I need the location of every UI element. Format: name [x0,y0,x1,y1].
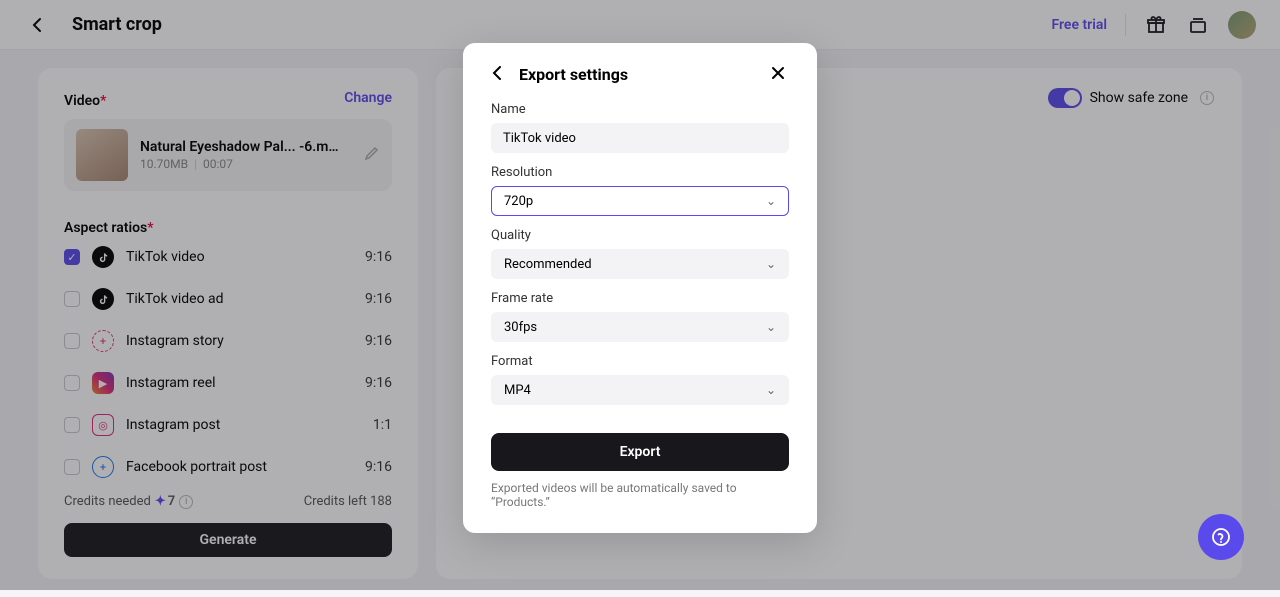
framerate-label: Frame rate [491,291,789,306]
name-input[interactable] [491,123,789,153]
resolution-select[interactable]: 720p⌄ [491,186,789,216]
format-select[interactable]: MP4⌄ [491,375,789,405]
help-icon [1211,527,1231,547]
name-label: Name [491,102,789,117]
modal-title: Export settings [519,65,628,84]
help-button[interactable] [1198,514,1244,560]
modal-back-button[interactable] [491,65,509,84]
chevron-down-icon: ⌄ [766,320,776,334]
modal-close-button[interactable] [771,65,789,84]
close-icon [771,66,785,80]
chevron-down-icon: ⌄ [766,194,776,208]
export-button[interactable]: Export [491,433,789,471]
quality-select[interactable]: Recommended⌄ [491,249,789,279]
quality-label: Quality [491,228,789,243]
chevron-down-icon: ⌄ [766,383,776,397]
chevron-left-icon [491,66,505,80]
resolution-label: Resolution [491,165,789,180]
export-note: Exported videos will be automatically sa… [491,481,789,509]
export-settings-modal: Export settings Name Resolution 720p⌄ Qu… [463,43,817,533]
framerate-select[interactable]: 30fps⌄ [491,312,789,342]
format-label: Format [491,354,789,369]
chevron-down-icon: ⌄ [766,257,776,271]
